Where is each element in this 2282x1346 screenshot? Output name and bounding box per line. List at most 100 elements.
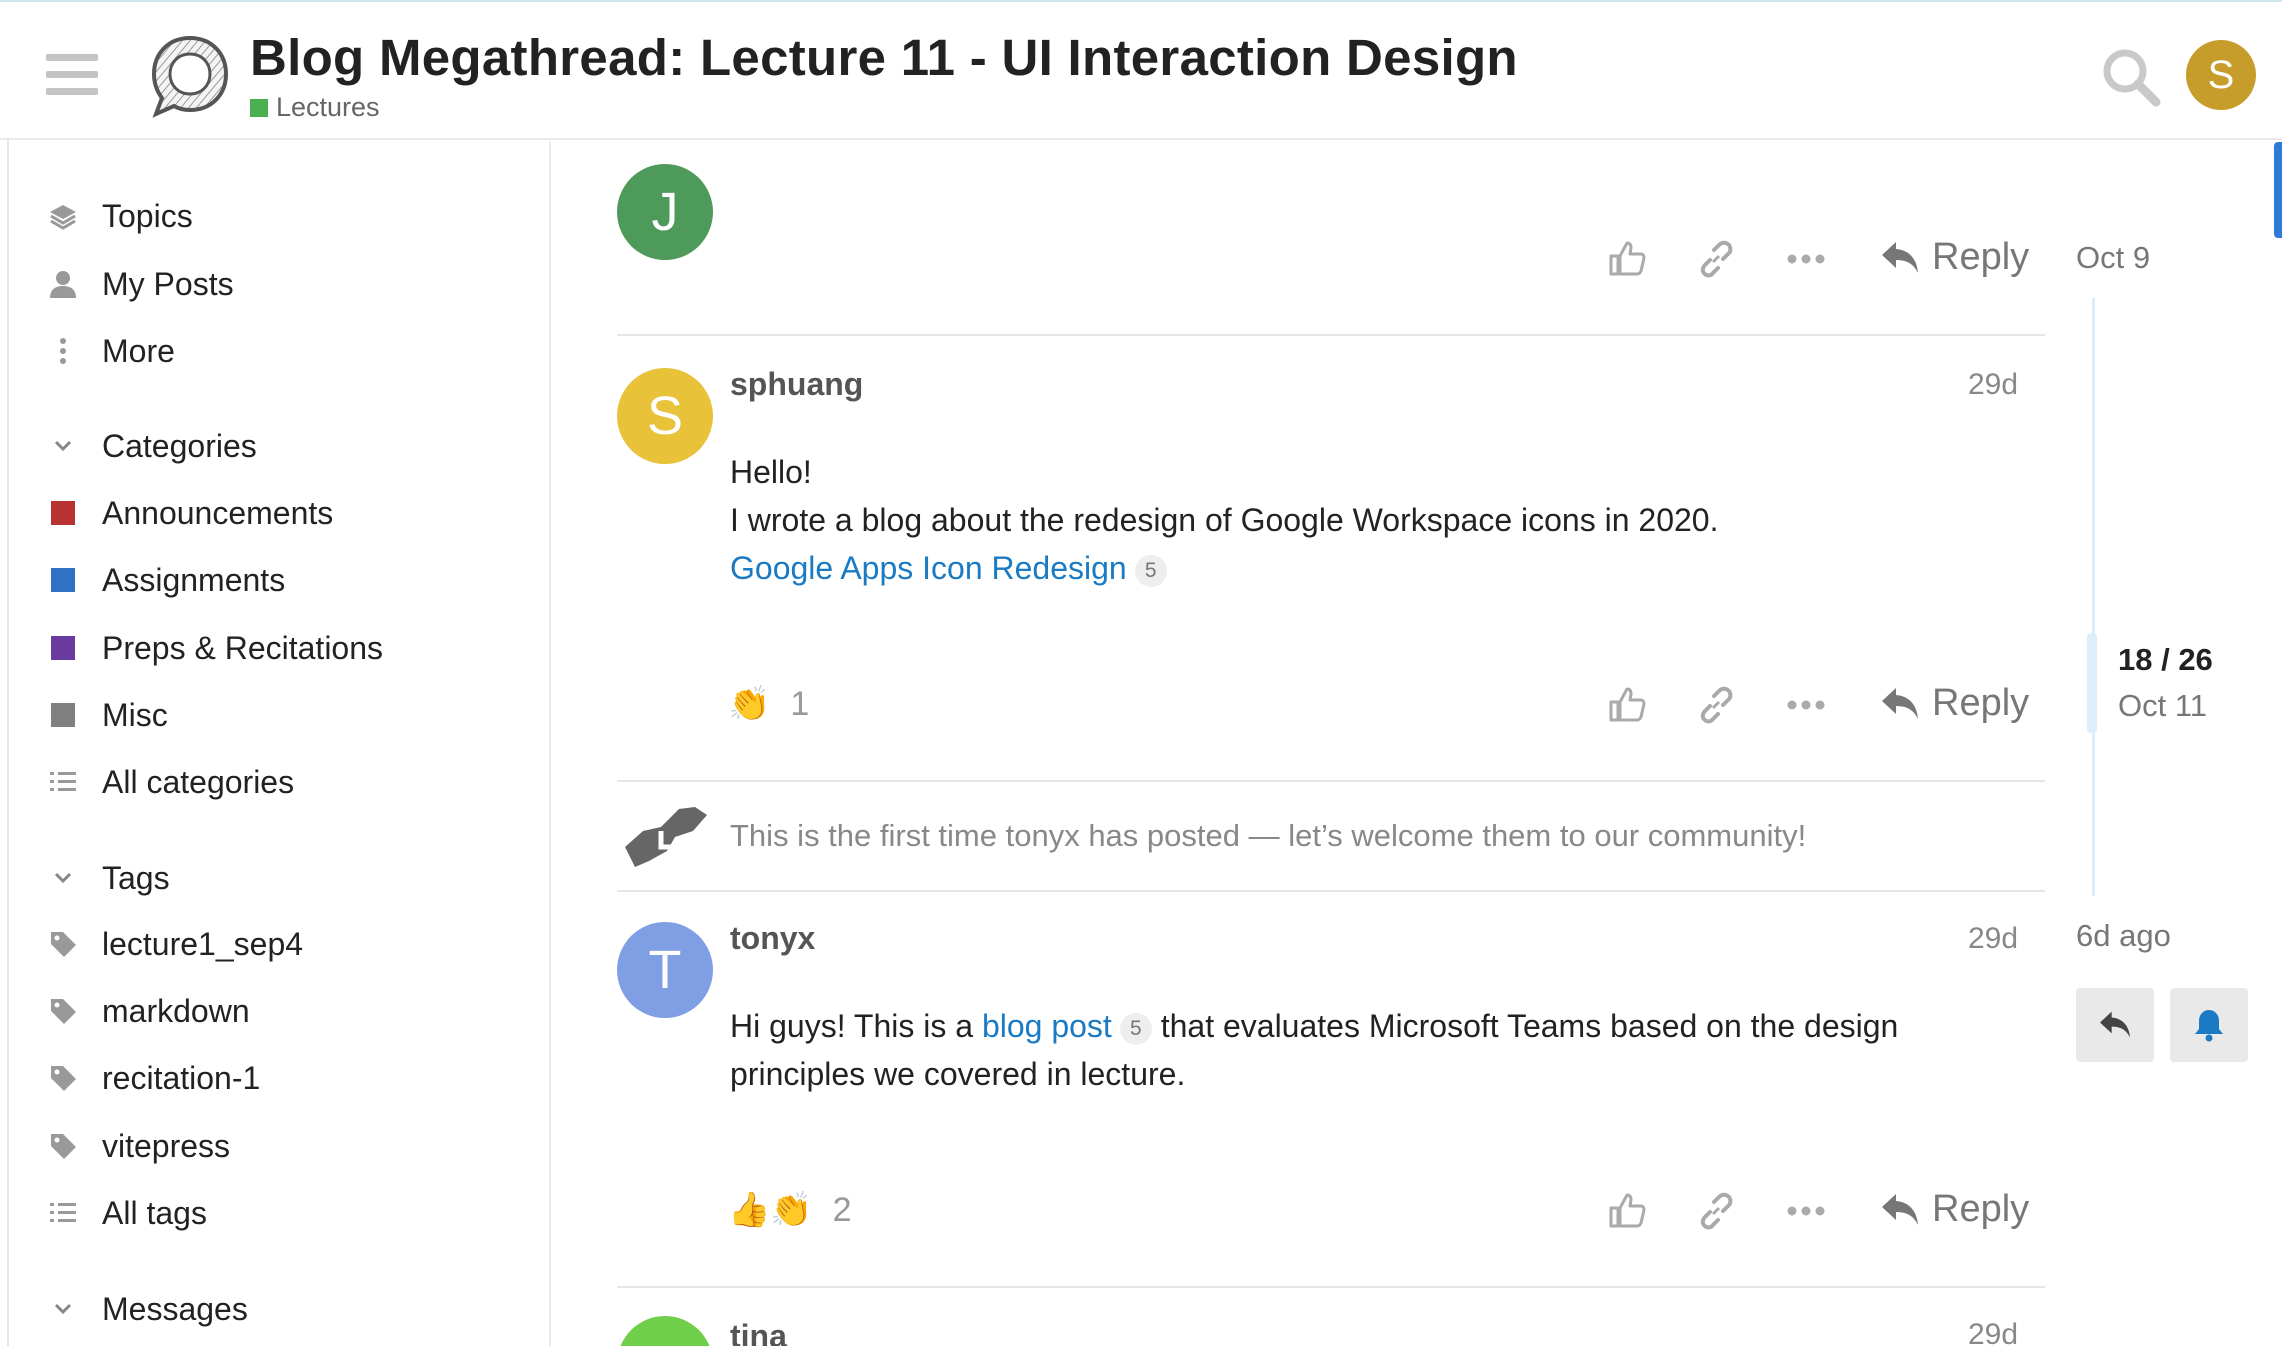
topic-category-label: Lectures: [276, 92, 380, 122]
topic-title[interactable]: Blog Megathread: Lecture 11 - UI Interac…: [250, 28, 1518, 87]
timeline-end-label[interactable]: 6d ago: [2076, 918, 2171, 954]
post-link[interactable]: blog post: [982, 1008, 1112, 1044]
post-text-line: Hello!: [730, 454, 812, 490]
reply-button[interactable]: Reply: [1880, 236, 2029, 279]
handshake-icon: [620, 800, 712, 872]
sidebar-category-assignments[interactable]: Assignments: [46, 558, 285, 602]
post-divider: [617, 780, 2045, 782]
sidebar-item-topics[interactable]: Topics: [46, 194, 193, 238]
tag-icon: [46, 1061, 80, 1095]
like-icon[interactable]: [1604, 236, 1650, 282]
avatar[interactable]: T: [617, 922, 713, 1018]
list-icon: [46, 765, 80, 799]
sidebar-all-tags[interactable]: All tags: [46, 1191, 207, 1235]
chevron-down-icon: [46, 861, 80, 895]
notification-button[interactable]: [2170, 988, 2248, 1062]
avatar-initial: T: [648, 940, 682, 1000]
layers-icon: [46, 199, 80, 233]
topic-category-badge[interactable]: Lectures: [250, 92, 380, 123]
post-link-row: Google Apps Icon Redesign 5: [730, 544, 1167, 592]
sidebar-tag[interactable]: recitation-1: [46, 1056, 260, 1100]
sidebar-item-label: markdown: [102, 992, 250, 1029]
post-username[interactable]: tina: [730, 1318, 787, 1346]
category-color-square: [46, 631, 80, 665]
post-divider: [617, 890, 2045, 892]
sidebar-item-my-posts[interactable]: My Posts: [46, 262, 234, 306]
sidebar-item-label: lecture1_sep4: [102, 925, 304, 962]
vertical-ellipsis-icon: [46, 334, 80, 368]
forum-logo[interactable]: [148, 34, 232, 118]
like-icon[interactable]: [1604, 1188, 1650, 1234]
sidebar-item-label: Assignments: [102, 561, 286, 598]
link-icon[interactable]: [1693, 1188, 1739, 1234]
reaction-summary[interactable]: 👍👏 2: [728, 1190, 852, 1230]
sidebar-tag[interactable]: vitepress: [46, 1124, 230, 1168]
avatar[interactable]: [617, 1316, 713, 1346]
timeline-position-date: Oct 11: [2118, 688, 2208, 723]
post-text-line: I wrote a blog about the redesign of Goo…: [730, 502, 1719, 538]
avatar[interactable]: J: [617, 164, 713, 260]
post-date[interactable]: 29d: [1968, 1318, 2018, 1346]
chevron-down-icon: [46, 429, 80, 463]
reaction-summary[interactable]: 👏 1: [728, 684, 809, 724]
post-text-segment: that evaluates Microsoft Teams based on …: [1151, 1008, 1899, 1044]
sidebar-category-preps-recitations[interactable]: Preps & Recitations: [46, 626, 383, 670]
sidebar-category-announcements[interactable]: Announcements: [46, 491, 333, 535]
timeline-reply-button[interactable]: [2076, 988, 2154, 1062]
tags-heading: Tags: [102, 859, 170, 896]
reaction-emojis: 👍👏: [728, 1191, 813, 1229]
post-link[interactable]: Google Apps Icon Redesign: [730, 550, 1127, 586]
post-text-line: principles we covered in lecture.: [730, 1056, 1186, 1092]
category-color-square: [250, 98, 268, 117]
tag-icon: [46, 994, 80, 1028]
post-username[interactable]: sphuang: [730, 366, 863, 403]
messages-section-header[interactable]: Messages: [46, 1287, 248, 1331]
timeline-scrollarea[interactable]: [2092, 298, 2095, 896]
tags-section-header[interactable]: Tags: [46, 856, 170, 900]
post-username[interactable]: tonyx: [730, 920, 815, 957]
like-icon[interactable]: [1604, 682, 1650, 728]
link-icon[interactable]: [1693, 682, 1739, 728]
reaction-count: 2: [832, 1190, 852, 1229]
avatar[interactable]: S: [617, 368, 713, 464]
reply-button[interactable]: Reply: [1880, 682, 2029, 725]
more-icon[interactable]: [1783, 682, 1829, 728]
reply-label: Reply: [1932, 1188, 2030, 1230]
sidebar-tag[interactable]: lecture1_sep4: [46, 922, 303, 966]
post-date[interactable]: 29d: [1968, 368, 2018, 402]
timeline-handle[interactable]: [2087, 633, 2097, 733]
hamburger-icon[interactable]: [46, 54, 98, 96]
timeline-start-date[interactable]: Oct 9: [2076, 240, 2150, 276]
category-color-square: [46, 496, 80, 530]
post-divider: [617, 1286, 2045, 1288]
sidebar-category-misc[interactable]: Misc: [46, 693, 168, 737]
reply-icon: [1882, 687, 1918, 719]
current-user-avatar[interactable]: S: [2186, 40, 2256, 110]
post-text-line: Hi guys! This is a blog post 5 that evalu…: [730, 1002, 1898, 1050]
sidebar-item-label: Topics: [102, 197, 193, 234]
sidebar-all-categories[interactable]: All categories: [46, 760, 294, 804]
clap-emoji: 👏: [728, 685, 771, 723]
chevron-down-icon: [46, 1292, 80, 1326]
reply-icon: [2100, 1011, 2130, 1038]
more-icon[interactable]: [1783, 236, 1829, 282]
sidebar-item-label: Announcements: [102, 494, 334, 531]
reply-button[interactable]: Reply: [1880, 1188, 2029, 1231]
sidebar-item-label: vitepress: [102, 1127, 231, 1164]
post-date[interactable]: 29d: [1968, 922, 2018, 956]
more-icon[interactable]: [1783, 1188, 1829, 1234]
sidebar-item-label: All tags: [102, 1194, 207, 1231]
page-scroll-indicator[interactable]: [2274, 142, 2282, 238]
categories-section-header[interactable]: Categories: [46, 424, 257, 468]
sidebar-item-label: Misc: [102, 696, 168, 733]
link-click-count: 5: [1134, 554, 1167, 587]
messages-heading: Messages: [102, 1290, 248, 1327]
search-icon[interactable]: [2100, 46, 2162, 108]
sidebar-item-more[interactable]: More: [46, 329, 175, 373]
category-color-square: [46, 563, 80, 597]
welcome-message: This is the first time tonyx has posted …: [730, 818, 1807, 853]
link-icon[interactable]: [1693, 236, 1739, 282]
post-text-segment: Hi guys! This is a: [730, 1008, 982, 1044]
sidebar-item-label: Preps & Recitations: [102, 629, 384, 666]
sidebar-tag[interactable]: markdown: [46, 989, 250, 1033]
